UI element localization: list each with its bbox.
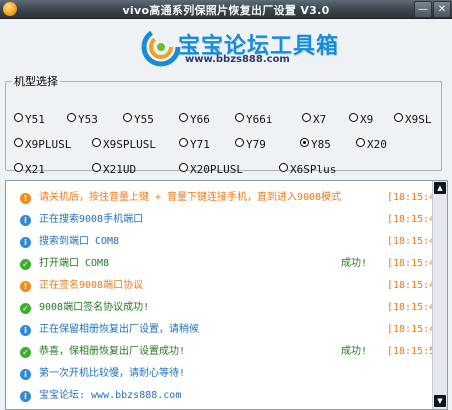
model-option-x20plusl[interactable]: X20PLUSL [179, 163, 243, 177]
log-status: 成功! [341, 258, 368, 269]
model-option-y51[interactable]: Y51 [14, 113, 45, 127]
log-message: 搜索到端口 COM8 [39, 236, 120, 247]
log-entry: ✓ 恭喜，保相册恢复出厂设置成功! 成功! [18:15:52] [6, 343, 447, 361]
info-icon: i [20, 369, 31, 380]
warning-icon: ! [20, 281, 31, 292]
check-icon: ✓ [20, 303, 31, 314]
radio-icon[interactable] [235, 113, 244, 122]
model-option-y71[interactable]: Y71 [179, 138, 210, 152]
log-entry: ✓ 打开端口 COM8 成功! [18:15:44] [6, 255, 447, 273]
radio-icon[interactable] [394, 113, 403, 122]
log-message: 宝宝论坛: www.bbzs888.com [39, 390, 182, 401]
logo-url: www.bbzs888.com [185, 54, 290, 65]
radio-icon[interactable] [14, 163, 23, 172]
scroll-down-icon[interactable]: ▼ [434, 395, 446, 407]
log-message: 第一次开机比较慢，请耐心等待! [39, 368, 186, 379]
check-icon: ✓ [20, 347, 31, 358]
log-panel[interactable]: ! 请关机后，按住音量上键 + 音量下键连接手机，直到进入9008模式 [18:… [5, 180, 448, 410]
warning-icon: ! [20, 193, 31, 204]
log-message: 正在搜索9008手机端口 [39, 214, 144, 225]
radio-icon[interactable] [356, 138, 365, 147]
model-option-x9[interactable]: X9 [349, 113, 373, 127]
model-option-x9sl[interactable]: X9SL [394, 113, 432, 127]
log-message: 9008端口签名协议成功! [39, 302, 150, 313]
log-entry: i 正在搜索9008手机端口 [18:15:43] [6, 211, 447, 229]
model-option-x9plusl[interactable]: X9PLUSL [14, 138, 71, 152]
radio-icon[interactable] [67, 113, 76, 122]
log-entry: i 正在保留相册恢复出厂设置，请稍候 [18:15:46] [6, 321, 447, 339]
info-icon: i [20, 237, 31, 248]
model-option-y79[interactable]: Y79 [235, 138, 266, 152]
radio-selected-icon[interactable] [300, 138, 309, 147]
model-option-y85[interactable]: Y85 [300, 138, 331, 152]
model-option-x7[interactable]: X7 [302, 113, 326, 127]
logo-swirl-icon [141, 27, 181, 67]
model-option-x21[interactable]: X21 [14, 163, 45, 177]
log-entry: i 宝宝论坛: www.bbzs888.com [6, 387, 426, 405]
radio-icon[interactable] [349, 113, 358, 122]
minimize-button[interactable]: — [414, 1, 432, 18]
radio-icon[interactable] [14, 138, 23, 147]
radio-icon[interactable] [179, 138, 188, 147]
model-option-x9splusl[interactable]: X9SPLUSL [92, 138, 156, 152]
model-option-y66i[interactable]: Y66i [235, 113, 273, 127]
radio-icon[interactable] [92, 138, 101, 147]
log-message: 正在签名9008端口协议 [39, 280, 144, 291]
log-message: 打开端口 COM8 [39, 258, 110, 269]
log-entry: ! 请关机后，按住音量上键 + 音量下键连接手机，直到进入9008模式 [18:… [6, 189, 447, 207]
log-message: 恭喜，保相册恢复出厂设置成功! [39, 346, 186, 357]
scroll-up-icon[interactable]: ▲ [434, 182, 446, 194]
model-option-x21ud[interactable]: X21UD [92, 163, 136, 177]
info-icon: i [20, 325, 31, 336]
check-icon: ✓ [20, 259, 31, 270]
model-option-x6splus[interactable]: X6SPlus [279, 163, 336, 177]
log-entry: ✓ 9008端口签名协议成功! [18:15:46] [6, 299, 447, 317]
title-bar: vivo高通系列保照片恢复出厂设置 V3.0 — ✕ [0, 0, 452, 19]
radio-icon[interactable] [92, 163, 101, 172]
log-entry: i 搜索到端口 COM8 [18:15:43] [6, 233, 447, 251]
log-message: 正在保留相册恢复出厂设置，请稍候 [39, 324, 199, 335]
radio-icon[interactable] [179, 163, 188, 172]
log-message: 请关机后，按住音量上键 + 音量下键连接手机，直到进入9008模式 [39, 192, 342, 203]
log-entry: ! 正在签名9008端口协议 [18:15:44] [6, 277, 447, 295]
model-option-y66[interactable]: Y66 [179, 113, 210, 127]
radio-icon[interactable] [14, 113, 23, 122]
radio-icon[interactable] [302, 113, 311, 122]
model-option-x20[interactable]: X20 [356, 138, 387, 152]
banner: 宝宝论坛工具箱 www.bbzs888.com [0, 19, 452, 73]
radio-icon[interactable] [235, 138, 244, 147]
log-entry: i 第一次开机比较慢，请耐心等待! [6, 365, 426, 383]
info-icon: i [20, 391, 31, 402]
model-option-y53[interactable]: Y53 [67, 113, 98, 127]
log-scrollbar[interactable]: ▲ ▼ [432, 181, 447, 409]
radio-icon[interactable] [123, 113, 132, 122]
log-status: 成功! [341, 346, 368, 357]
info-icon: i [20, 215, 31, 226]
radio-icon[interactable] [279, 163, 288, 172]
model-select-group: 机型选择 Y51 Y53 Y55 Y66 Y66i X7 X9 X9SL X9P… [5, 73, 442, 176]
model-option-y55[interactable]: Y55 [123, 113, 154, 127]
close-button[interactable]: ✕ [433, 1, 451, 18]
radio-icon[interactable] [179, 113, 188, 122]
model-group-legend: 机型选择 [14, 75, 58, 88]
window-title: vivo高通系列保照片恢复出厂设置 V3.0 [122, 4, 330, 17]
